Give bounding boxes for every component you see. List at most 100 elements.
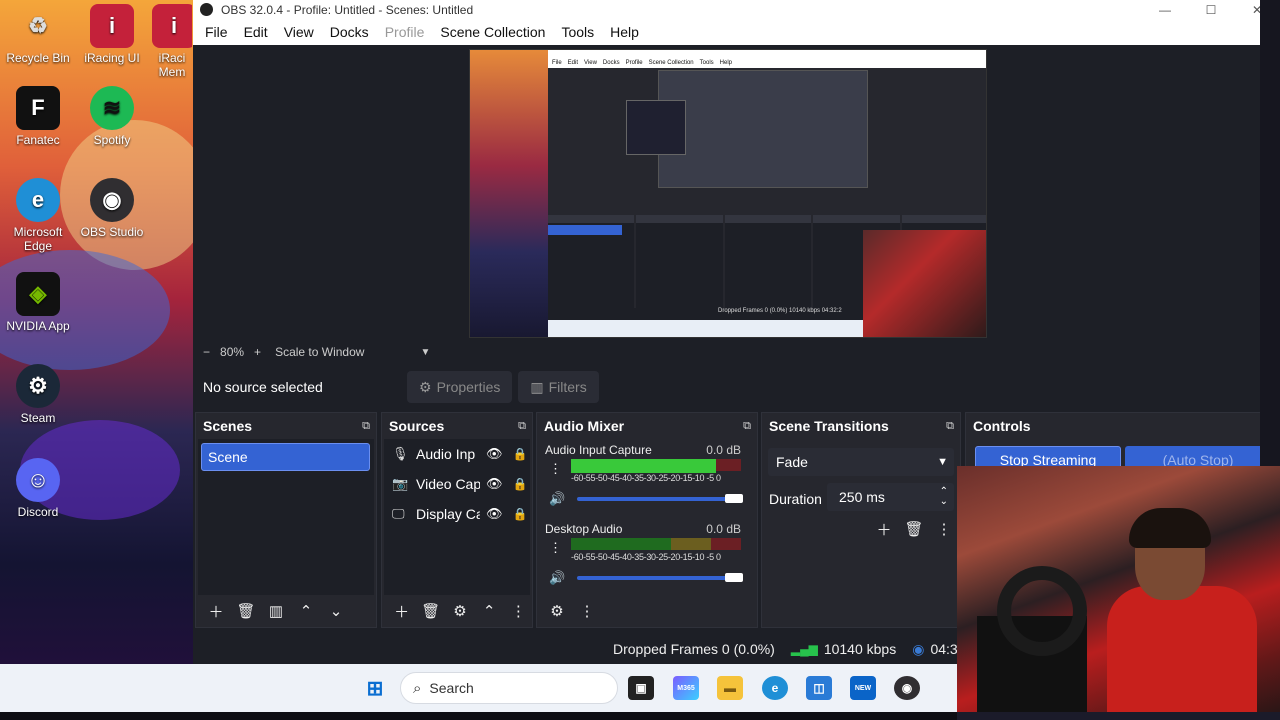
channel-db: 0.0 dB — [706, 522, 741, 536]
audio-mixer-dock: Audio Mixer ⧉ Audio Input Capture 0.0 dB… — [536, 412, 758, 628]
person-shirt — [1107, 586, 1257, 712]
more-icon[interactable]: ⋮ — [549, 540, 562, 556]
duration-label: Duration — [769, 491, 822, 507]
menu-scene-collection[interactable]: Scene Collection — [432, 24, 553, 40]
obs-icon[interactable]: ◉ — [894, 676, 920, 700]
desktop-icon-steam[interactable]: ⚙ Steam — [0, 364, 76, 425]
move-down-icon[interactable]: ⌄ — [322, 598, 350, 624]
menu-view[interactable]: View — [276, 24, 322, 40]
bitrate: 10140 kbps — [823, 641, 897, 657]
more-icon[interactable]: ⋮ — [573, 598, 601, 624]
desktop-icon-iracing-ui[interactable]: i iRacing UI — [74, 4, 150, 65]
menu-tools[interactable]: Tools — [553, 24, 602, 40]
zoom-in-button[interactable]: + — [254, 345, 261, 359]
properties-button[interactable]: ⚙ Properties — [407, 371, 513, 403]
source-toolbar: No source selected ⚙ Properties ▥ Filter… — [193, 365, 1280, 409]
desktop-icon-iracing-mem[interactable]: i iRaci Mem — [152, 4, 192, 79]
visibility-icon[interactable]: 👁 — [486, 506, 503, 522]
meter-scale: -60-55-50-45-40-35-30-25-20-15-10 -5 0 — [571, 473, 721, 483]
file-explorer-icon[interactable]: ▬ — [717, 676, 743, 700]
more-icon[interactable]: ⋮ — [549, 461, 562, 477]
source-item[interactable]: 🎙 Audio Inp 👁 🔒 — [384, 439, 530, 469]
visibility-icon[interactable]: 👁 — [486, 446, 503, 462]
edge-icon[interactable]: e — [762, 676, 788, 700]
zoom-out-button[interactable]: − — [203, 345, 210, 359]
desktop-icon-recycle-bin[interactable]: ♻ Recycle Bin — [0, 4, 76, 66]
add-icon[interactable]: ＋ — [388, 598, 415, 624]
preview-dock — [636, 215, 723, 320]
slider-handle[interactable] — [725, 573, 743, 582]
m365-icon[interactable]: M365 — [673, 676, 699, 700]
undock-icon[interactable]: ⧉ — [743, 420, 751, 433]
more-icon[interactable]: ⋮ — [930, 516, 958, 542]
trash-icon[interactable]: 🗑 — [417, 598, 444, 624]
menu-profile[interactable]: Profile — [377, 24, 433, 40]
dock-header: Controls ⧉ — [966, 413, 1274, 439]
task-view-icon[interactable]: ▣ — [628, 676, 654, 700]
title-bar: OBS 32.0.4 - Profile: Untitled - Scenes:… — [193, 0, 1280, 19]
maximize-button[interactable]: ☐ — [1188, 3, 1234, 17]
menu-bar: File Edit View Docks Profile Scene Colle… — [193, 19, 1280, 45]
trash-icon[interactable]: 🗑 — [900, 516, 928, 542]
start-icon[interactable]: ⊞ — [362, 676, 388, 700]
preview-webcam — [863, 230, 986, 337]
lock-icon[interactable]: 🔒 — [513, 447, 528, 461]
add-icon[interactable]: ＋ — [202, 598, 230, 624]
desktop-icon-label: Spotify — [93, 133, 131, 147]
gear-icon[interactable]: ⚙ — [446, 598, 473, 624]
store-icon[interactable]: ◫ — [806, 676, 832, 700]
preview-menubar: File Edit View Docks Profile Scene Colle… — [548, 58, 986, 68]
scale-mode-select[interactable]: Scale to Window — [275, 345, 364, 359]
preview-taskbar — [548, 320, 863, 337]
trash-icon[interactable]: 🗑 — [232, 598, 260, 624]
filter-icon[interactable]: ▥ — [262, 598, 290, 624]
preview-canvas[interactable]: File Edit View Docks Profile Scene Colle… — [469, 49, 987, 338]
move-up-icon[interactable]: ⌃ — [292, 598, 320, 624]
lock-icon[interactable]: 🔒 — [513, 477, 528, 491]
taskbar-search[interactable]: ⌕ Search — [400, 672, 618, 704]
duration-field[interactable]: 250 ms ⌃ ⌄ — [827, 483, 954, 511]
filters-button[interactable]: ▥ Filters — [518, 371, 599, 403]
visibility-icon[interactable]: 👁 — [486, 476, 503, 492]
preview-status: Dropped Frames 0 (0.0%) 10140 kbps 04:32… — [548, 308, 863, 320]
edge-icon: e — [16, 178, 60, 222]
desktop-icon-obs[interactable]: ◉ OBS Studio — [74, 178, 150, 239]
preview-dock — [724, 215, 812, 320]
scene-item[interactable]: Scene — [201, 443, 370, 471]
move-up-icon[interactable]: ⌃ — [476, 598, 503, 624]
desktop-icon-nvidia[interactable]: ◈ NVIDIA App — [0, 272, 76, 333]
preview-menu-item: View — [584, 60, 597, 66]
desktop-icon-discord[interactable]: ☺ Discord — [0, 458, 76, 519]
recycle-bin-icon: ♻ — [28, 13, 48, 38]
outlook-icon[interactable]: NEW — [850, 676, 876, 700]
lock-icon[interactable]: 🔒 — [513, 507, 528, 521]
minimize-button[interactable]: — — [1142, 3, 1188, 17]
monitor-icon: 🖵 — [392, 506, 405, 521]
slider-handle[interactable] — [725, 494, 743, 503]
desktop-icon-edge[interactable]: e Microsoft Edge — [0, 178, 76, 253]
source-item[interactable]: 🖵 Display Ca 👁 🔒 — [384, 499, 530, 529]
menu-docks[interactable]: Docks — [322, 24, 377, 40]
add-icon[interactable]: ＋ — [870, 516, 898, 542]
volume-slider[interactable] — [577, 494, 743, 503]
undock-icon[interactable]: ⧉ — [518, 420, 526, 433]
chevron-down-icon[interactable]: ▼ — [420, 347, 430, 358]
menu-edit[interactable]: Edit — [236, 24, 276, 40]
speaker-icon[interactable]: 🔊 — [549, 491, 565, 507]
preview-area: File Edit View Docks Profile Scene Colle… — [193, 45, 1280, 342]
desktop-icon-fanatec[interactable]: F Fanatec — [0, 86, 76, 147]
source-item[interactable]: 📷 Video Cap 👁 🔒 — [384, 469, 530, 499]
menu-help[interactable]: Help — [602, 24, 647, 40]
undock-icon[interactable]: ⧉ — [362, 420, 370, 433]
menu-file[interactable]: File — [197, 24, 236, 40]
volume-slider[interactable] — [577, 573, 743, 582]
desktop-icon-spotify[interactable]: ≋ Spotify — [74, 86, 150, 147]
transition-select[interactable]: Fade ▼ — [768, 448, 954, 476]
volume-meter — [571, 538, 741, 552]
spinner-icon[interactable]: ⌃ ⌄ — [940, 487, 948, 507]
undock-icon[interactable]: ⧉ — [946, 420, 954, 433]
more-icon[interactable]: ⋮ — [505, 598, 532, 624]
speaker-icon[interactable]: 🔊 — [549, 570, 565, 586]
preview-menu-item: Tools — [699, 60, 714, 66]
gear-icon[interactable]: ⚙ — [543, 598, 571, 624]
